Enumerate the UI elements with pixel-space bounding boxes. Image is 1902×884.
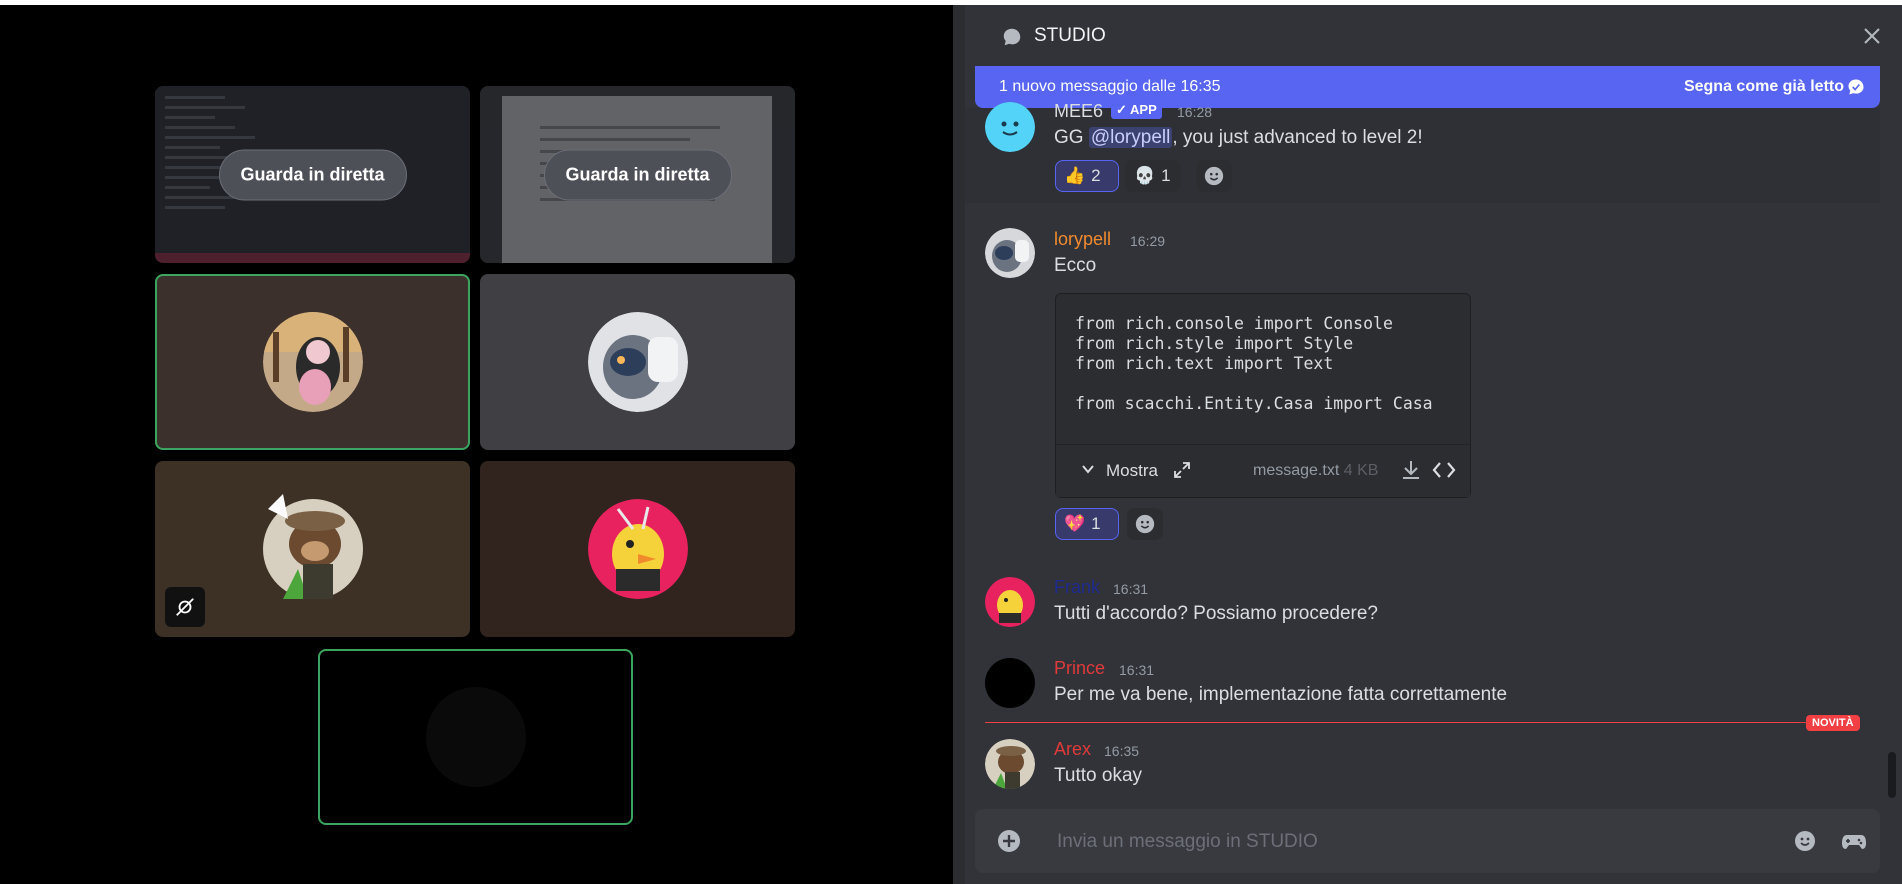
username[interactable]: lorypell [1054,229,1111,250]
user-mention[interactable]: @lorypell [1088,127,1173,148]
scrollbar[interactable] [1888,752,1896,798]
timestamp: 16:29 [1130,233,1166,249]
timestamp: 16:35 [1104,743,1140,759]
thread-chat-icon [1001,26,1023,53]
participant-avatar [262,494,363,599]
message-input[interactable] [1055,823,1739,861]
reaction-count: 2 [1091,166,1101,185]
add-attachment-icon[interactable] [997,829,1021,858]
new-messages-pill: NOVITÀ [1806,715,1860,731]
mark-read-button[interactable]: Segna come già letto [1684,78,1844,96]
reaction-skull[interactable]: 💀 1 [1125,160,1181,192]
user-avatar[interactable] [985,102,1035,152]
emoji-picker-icon[interactable] [1793,829,1817,858]
chevron-down-icon [1080,461,1096,482]
add-reaction-button[interactable] [1127,508,1163,540]
reaction-heart[interactable]: 💖 1 [1055,508,1119,540]
stream-tile-2[interactable]: Guarda in diretta [480,86,795,263]
watch-stream-button[interactable]: Guarda in diretta [543,149,732,200]
participant-tile-5[interactable] [318,649,633,825]
file-preview: from rich.console import Console from ri… [1055,293,1471,498]
emoji-icon [1135,514,1155,534]
message-text: Per me va bene, implementazione fatta co… [1054,684,1508,705]
channel-title: STUDIO [1034,25,1106,46]
code-preview: from rich.console import Console from ri… [1075,314,1433,413]
new-messages-divider [985,722,1855,723]
camera-off-icon [165,587,205,627]
activities-gamepad-icon[interactable] [1841,829,1867,858]
message-text: GG @lorypell, you just advanced to level… [1054,127,1423,148]
new-messages-text: 1 nuovo messaggio dalle 16:35 [999,78,1221,95]
user-avatar[interactable] [985,577,1035,627]
timestamp: 16:31 [1119,662,1155,678]
username[interactable]: Frank [1054,577,1100,598]
download-icon[interactable] [1399,458,1423,487]
add-reaction-button[interactable] [1196,160,1232,192]
participant-avatar [425,687,526,787]
participant-tile-4[interactable] [480,461,795,637]
stream-tile-1[interactable]: Guarda in diretta [155,86,470,263]
username[interactable]: MEE6 [1054,101,1103,122]
username[interactable]: Prince [1054,658,1105,679]
message-text: Tutti d'accordo? Possiamo procedere? [1054,603,1378,624]
reaction-count: 1 [1091,514,1101,533]
participant-tile-3[interactable] [155,461,470,637]
reaction-emoji: 💖 [1064,514,1086,533]
message-text: Ecco [1054,255,1097,276]
participant-avatar [262,312,363,412]
timestamp: 16:31 [1113,581,1149,597]
participant-avatar [587,499,688,599]
file-footer: Mostra message.txt 4 KB [1056,444,1470,497]
participant-tile-2[interactable] [480,274,795,450]
username[interactable]: Arex [1054,739,1091,760]
reaction-emoji: 👍 [1064,166,1086,185]
mark-read-icon [1846,77,1866,102]
emoji-icon [1204,166,1224,186]
file-name: message.txt 4 KB [1253,462,1379,479]
app-badge: ✓ APP [1111,101,1162,119]
participant-tile-1[interactable] [155,274,470,450]
file-size: 4 KB [1343,462,1379,479]
expand-icon[interactable] [1173,461,1191,484]
timestamp: 16:28 [1177,104,1213,120]
watch-stream-button[interactable]: Guarda in diretta [218,149,407,200]
close-icon[interactable] [1860,24,1884,48]
message-composer [975,809,1880,873]
reaction-emoji: 💀 [1134,166,1156,185]
user-avatar[interactable] [985,658,1035,708]
reaction-thumbsup[interactable]: 👍 2 [1055,160,1119,192]
participant-avatar [587,312,688,412]
message-text: Tutto okay [1054,765,1143,786]
show-more-button[interactable]: Mostra [1106,461,1158,481]
user-avatar[interactable] [985,739,1035,789]
user-avatar[interactable] [985,228,1035,278]
view-code-icon[interactable] [1431,458,1457,487]
reaction-count: 1 [1161,166,1171,185]
panel-divider [953,5,965,884]
